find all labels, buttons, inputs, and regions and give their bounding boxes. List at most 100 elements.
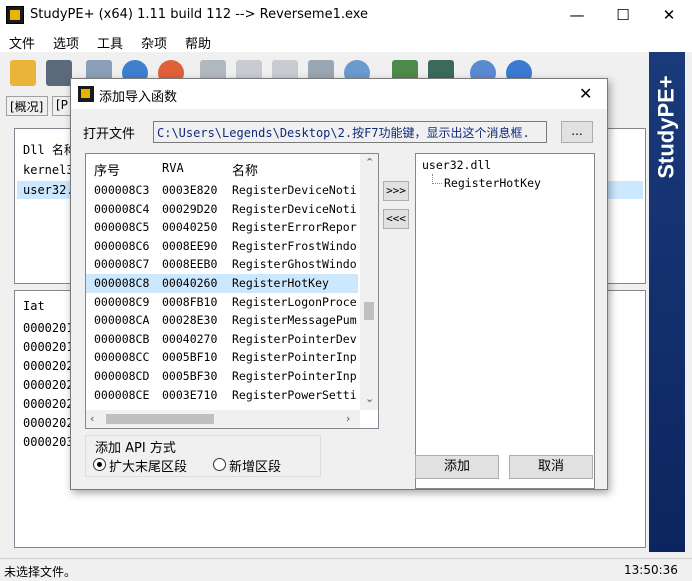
minimize-button[interactable]: —	[554, 0, 600, 30]
radio-label-new[interactable]: 新增区段	[229, 456, 281, 475]
function-ordinal: 000008C4	[94, 201, 150, 216]
function-row[interactable]: 000008C9 0008FB10 RegisterLogonProce	[86, 293, 358, 312]
iat-row[interactable]: 0000202	[23, 397, 74, 411]
function-rva: 00040260	[162, 276, 218, 290]
column-header-rva[interactable]: RVA	[162, 161, 184, 175]
dialog-title: 添加导入函数	[99, 90, 178, 105]
tree-dll-node[interactable]: user32.dll	[422, 158, 491, 172]
remove-function-button[interactable]: <<<	[383, 209, 409, 229]
function-row[interactable]: 000008C4 00029D20 RegisterDeviceNoti	[86, 200, 358, 219]
close-button[interactable]: ✕	[646, 0, 692, 30]
menu-bar: 文件 选项 工具 杂项 帮助	[0, 30, 692, 52]
function-name: RegisterGhostWindo	[232, 257, 357, 272]
menu-options[interactable]: 选项	[53, 33, 79, 52]
status-time: 13:50:36	[624, 563, 678, 577]
function-ordinal: 000008CB	[94, 331, 150, 346]
browse-button[interactable]: ...	[561, 121, 593, 143]
function-ordinal: 000008CD	[94, 369, 150, 383]
function-name: RegisterDeviceNoti	[232, 183, 357, 197]
side-banner: StudyPE+	[649, 52, 685, 552]
tree-connector	[432, 183, 442, 184]
iat-row[interactable]: 0000201	[23, 340, 74, 354]
status-bar: 未选择文件。 13:50:36	[0, 558, 692, 581]
iat-row[interactable]: 0000201	[23, 321, 74, 335]
function-row[interactable]: 000008CD 0005BF30 RegisterPointerInp	[86, 367, 358, 386]
function-name: RegisterMessagePum	[232, 313, 357, 328]
function-ordinal: 000008CA	[94, 313, 150, 328]
radio-label-extend[interactable]: 扩大末尾区段	[109, 456, 187, 475]
scroll-up-arrow[interactable]: ⌃	[365, 156, 374, 169]
function-rva: 0008EE90	[162, 238, 218, 253]
file-path-field[interactable]: C:\Users\Legends\Desktop\2.按F7功能键，显示出这个消…	[153, 121, 547, 143]
dll-column-header: Dll 名称	[23, 143, 76, 157]
scroll-right-arrow[interactable]: ›	[346, 412, 350, 425]
menu-file[interactable]: 文件	[9, 33, 35, 52]
function-rva: 0003E710	[162, 387, 218, 402]
function-ordinal: 000008C5	[94, 220, 150, 235]
function-rva: 0005BF30	[162, 369, 218, 383]
function-row[interactable]: 000008C6 0008EE90 RegisterFrostWindo	[86, 237, 358, 256]
tree-function-node[interactable]: RegisterHotKey	[444, 176, 541, 190]
iat-row[interactable]: 0000202	[23, 359, 74, 373]
function-ordinal: 000008C7	[94, 257, 150, 272]
column-header-ordinal[interactable]: 序号	[94, 160, 120, 179]
iat-row[interactable]: 0000202	[23, 378, 74, 392]
tab-p[interactable]: [P	[52, 96, 72, 116]
horizontal-scrollbar[interactable]: ‹ ›	[86, 410, 360, 428]
open-file-icon[interactable]	[10, 60, 36, 86]
status-text: 未选择文件。	[4, 565, 77, 579]
scrollbar-thumb[interactable]	[106, 414, 214, 424]
function-row[interactable]: 000008CC 0005BF10 RegisterPointerInp	[86, 348, 358, 367]
title-bar: StudyPE+ (x64) 1.11 build 112 --> Revers…	[0, 0, 692, 30]
function-name: RegisterFrostWindo	[232, 238, 357, 253]
radio-new-section[interactable]	[213, 458, 226, 471]
menu-misc[interactable]: 杂项	[141, 33, 167, 52]
dll-row[interactable]: user32.	[23, 183, 74, 197]
function-row[interactable]: 000008CA 00028E30 RegisterMessagePum	[86, 311, 358, 330]
iat-row[interactable]: 0000203	[23, 435, 74, 449]
add-import-dialog: 添加导入函数 ✕ 打开文件 C:\Users\Legends\Desktop\2…	[70, 78, 608, 490]
menu-help[interactable]: 帮助	[185, 33, 211, 52]
add-method-title: 添加 API 方式	[93, 437, 178, 456]
open-file-label: 打开文件	[83, 127, 136, 142]
scrollbar-thumb[interactable]	[364, 302, 374, 320]
function-ordinal: 000008C6	[94, 238, 150, 253]
function-row[interactable]: 000008C8 00040260 RegisterHotKey	[86, 274, 358, 293]
function-row[interactable]: 000008CB 00040270 RegisterPointerDev	[86, 330, 358, 349]
import-tree[interactable]: user32.dll RegisterHotKey	[415, 153, 595, 489]
dll-row[interactable]: kernel3	[23, 163, 74, 177]
function-name: RegisterPointerInp	[232, 350, 357, 365]
function-row[interactable]: 000008CE 0003E710 RegisterPowerSetti	[86, 386, 358, 405]
dialog-close-button[interactable]: ✕	[579, 84, 592, 103]
function-name: RegisterLogonProce	[232, 294, 357, 309]
function-rva: 0005BF10	[162, 350, 218, 365]
cancel-button[interactable]: 取消	[509, 455, 593, 479]
tab-overview[interactable]: [概况]	[6, 96, 48, 116]
iat-row[interactable]: 0000202	[23, 416, 74, 430]
function-ordinal: 000008CE	[94, 387, 150, 402]
function-rva: 0008EEB0	[162, 257, 218, 272]
maximize-button[interactable]: ☐	[600, 0, 646, 30]
function-row[interactable]: 000008C7 0008EEB0 RegisterGhostWindo	[86, 255, 358, 274]
add-button[interactable]: 添加	[415, 455, 499, 479]
add-function-button[interactable]: >>>	[383, 181, 409, 201]
save-icon[interactable]	[46, 60, 72, 86]
vertical-scrollbar[interactable]: ⌃ ⌄	[360, 154, 378, 410]
function-name: RegisterPointerDev	[232, 331, 357, 346]
function-rva: 00029D20	[162, 201, 218, 216]
scroll-left-arrow[interactable]: ‹	[90, 412, 94, 425]
function-row[interactable]: 000008C5 00040250 RegisterErrorRepor	[86, 218, 358, 237]
function-name: RegisterPointerInp	[232, 369, 357, 383]
column-header-name[interactable]: 名称	[232, 160, 258, 179]
function-rva: 00040270	[162, 331, 218, 346]
function-ordinal: 000008C9	[94, 294, 150, 309]
scroll-down-arrow[interactable]: ⌄	[365, 392, 374, 405]
banner-text: StudyPE+	[654, 75, 679, 179]
function-ordinal: 000008CC	[94, 350, 150, 365]
function-list[interactable]: 序号 RVA 名称 000008C3 0003E820 RegisterDevice…	[85, 153, 379, 429]
function-row[interactable]: 000008C3 0003E820 RegisterDeviceNoti	[86, 181, 358, 200]
radio-extend-last-section[interactable]	[93, 458, 106, 471]
menu-tools[interactable]: 工具	[97, 33, 123, 52]
window-title: StudyPE+ (x64) 1.11 build 112 --> Revers…	[30, 7, 369, 22]
function-rva: 0008FB10	[162, 294, 218, 309]
